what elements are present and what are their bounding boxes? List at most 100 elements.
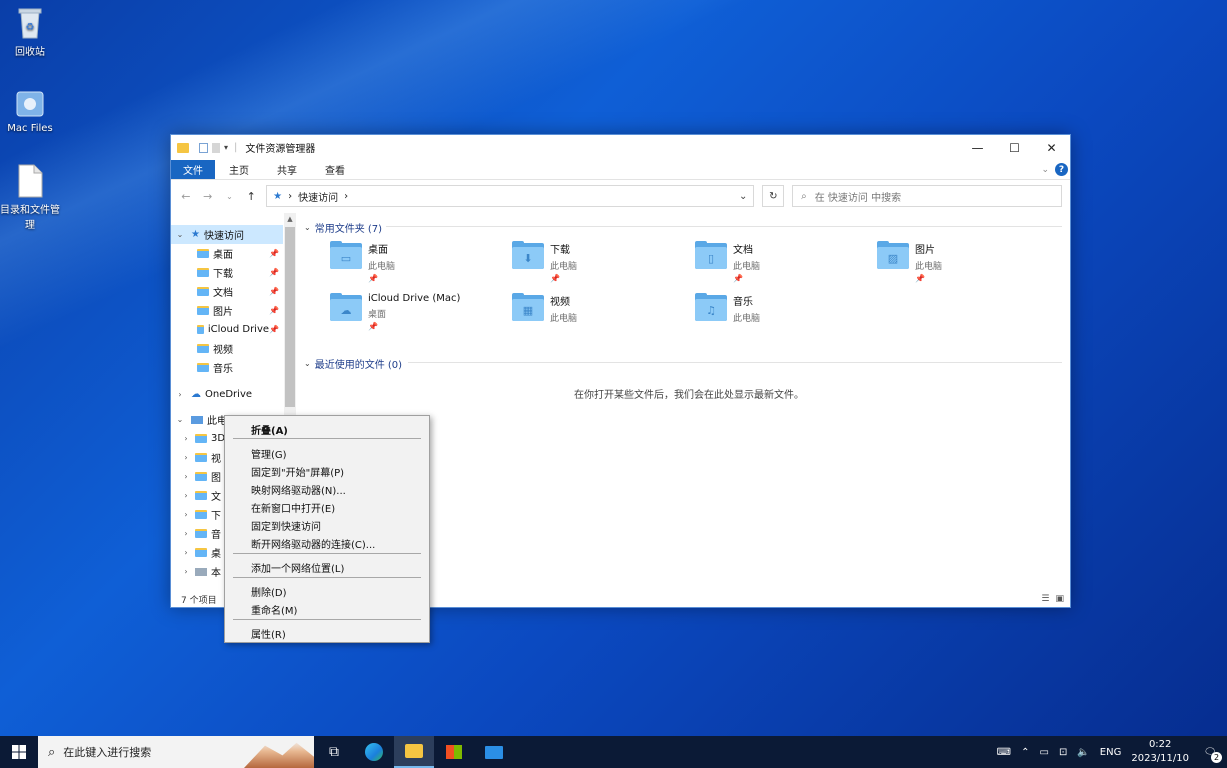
frequent-folders-header[interactable]: ⌄ 常用文件夹 (7) — [304, 220, 382, 235]
title-divider: | — [234, 142, 238, 153]
chevron-down-icon[interactable]: ⌄ — [304, 223, 311, 232]
nav-onedrive[interactable]: › ☁ OneDrive — [171, 385, 283, 404]
clock-time: 0:22 — [1148, 739, 1172, 750]
menu-item-manage[interactable]: 管理(G) — [251, 446, 287, 461]
address-dropdown-icon[interactable]: ⌄ — [739, 191, 747, 202]
file-explorer-button[interactable] — [394, 736, 434, 768]
refresh-button[interactable]: ↻ — [762, 185, 785, 207]
pin-icon: 📌 — [269, 287, 279, 296]
nav-item-desktop[interactable]: 桌面 📌 — [171, 244, 283, 263]
help-icon[interactable]: ? — [1055, 163, 1068, 176]
folder-icon — [195, 434, 207, 443]
menu-item-map-drive[interactable]: 映射网络驱动器(N)... — [251, 482, 346, 497]
folder-icon — [197, 249, 209, 258]
properties-icon[interactable] — [199, 142, 208, 153]
chevron-right-icon[interactable]: › — [175, 390, 185, 399]
input-language[interactable]: ENG — [1100, 747, 1122, 758]
scroll-up-icon[interactable]: ▲ — [284, 213, 296, 225]
desktop-icon-doc[interactable]: 目录和文件管理 — [0, 164, 60, 231]
clock[interactable]: 0:22 2023/11/10 — [1131, 738, 1189, 766]
touch-keyboard-icon[interactable]: ⌨ — [997, 747, 1011, 758]
chevron-right-icon[interactable]: › — [181, 548, 191, 557]
taskbar-search[interactable]: ⌕ 在此键入进行搜索 — [38, 736, 314, 768]
menu-item-open-new-window[interactable]: 在新窗口中打开(E) — [251, 500, 335, 515]
tab-view[interactable]: 查看 — [311, 160, 359, 179]
back-button[interactable]: ← — [179, 190, 193, 203]
new-folder-icon[interactable] — [212, 142, 220, 153]
folder-tile-downloads[interactable]: ⬇ 下载 此电脑 📌 — [512, 241, 682, 283]
desktop-icon-recycle-bin[interactable]: ♻ 回收站 — [0, 6, 60, 58]
start-button[interactable] — [0, 736, 38, 768]
breadcrumb-quick-access[interactable]: 快速访问 — [298, 189, 338, 204]
chevron-up-icon[interactable]: ⌃ — [1021, 747, 1029, 758]
nav-item-videos[interactable]: 视频 — [171, 339, 283, 358]
folder-icon — [197, 325, 204, 334]
menu-item-pin-start[interactable]: 固定到"开始"屏幕(P) — [251, 464, 344, 479]
mail-button[interactable] — [474, 736, 514, 768]
recent-locations-icon[interactable]: ⌄ — [223, 192, 237, 201]
menu-item-collapse[interactable]: 折叠(A) — [251, 422, 288, 437]
chevron-right-icon[interactable]: › — [181, 472, 191, 481]
up-button[interactable]: ↑ — [244, 190, 258, 203]
tab-file[interactable]: 文件 — [171, 160, 215, 179]
recent-files-header[interactable]: ⌄ 最近使用的文件 (0) — [304, 356, 402, 371]
menu-item-add-network-location[interactable]: 添加一个网络位置(L) — [251, 560, 344, 575]
folder-icon — [197, 268, 209, 277]
search-box[interactable]: ⌕ 在 快速访问 中搜索 — [792, 185, 1063, 207]
folder-icon: ▨ — [877, 241, 909, 269]
expand-ribbon-icon[interactable]: ⌄ — [1041, 165, 1049, 175]
scroll-thumb[interactable] — [285, 227, 295, 407]
chevron-right-icon[interactable]: › — [181, 510, 191, 519]
battery-icon[interactable]: ▭ — [1040, 747, 1049, 758]
tiles-view-icon[interactable]: ▣ — [1055, 594, 1064, 604]
chevron-down-icon[interactable]: ⌄ — [175, 230, 185, 239]
notification-button[interactable]: 🗨 2 — [1199, 741, 1222, 763]
pin-icon: 📌 — [269, 325, 279, 334]
chevron-down-icon[interactable]: ⌄ — [175, 415, 185, 424]
menu-item-properties[interactable]: 属性(R) — [251, 626, 286, 641]
chevron-right-icon[interactable]: › — [181, 491, 191, 500]
minimize-button[interactable]: — — [959, 135, 996, 160]
address-bar[interactable]: ★ › 快速访问 › ⌄ — [266, 185, 755, 207]
clock-date: 2023/11/10 — [1131, 753, 1189, 764]
maximize-button[interactable]: ☐ — [996, 135, 1033, 160]
chevron-down-icon[interactable]: ⌄ — [304, 359, 311, 368]
menu-item-rename[interactable]: 重命名(M) — [251, 602, 297, 617]
window-title: 文件资源管理器 — [245, 144, 316, 155]
folder-icon[interactable] — [177, 142, 189, 153]
menu-item-disconnect-drive[interactable]: 断开网络驱动器的连接(C)... — [251, 536, 375, 551]
edge-button[interactable] — [354, 736, 394, 768]
volume-icon[interactable]: 🔈 — [1077, 747, 1089, 758]
forward-button[interactable]: → — [201, 190, 215, 203]
tab-home[interactable]: 主页 — [215, 160, 263, 179]
folder-tile-desktop[interactable]: ▭ 桌面 此电脑 📌 — [330, 241, 500, 283]
chevron-right-icon[interactable]: › — [181, 567, 191, 576]
chevron-right-icon[interactable]: › — [181, 529, 191, 538]
nav-item-pictures[interactable]: 图片 📌 — [171, 301, 283, 320]
nav-quick-access[interactable]: ⌄ ★ 快速访问 — [171, 225, 283, 244]
nav-item-icloud[interactable]: iCloud Drive 📌 — [171, 320, 283, 339]
chevron-right-icon[interactable]: › — [181, 453, 191, 462]
folder-tile-music[interactable]: ♫ 音乐 此电脑 — [695, 293, 865, 324]
nav-item-music[interactable]: 音乐 — [171, 358, 283, 377]
menu-separator — [233, 619, 421, 620]
chevron-right-icon[interactable]: › — [181, 434, 191, 443]
menu-item-pin-quick-access[interactable]: 固定到快速访问 — [251, 518, 321, 533]
nav-item-documents[interactable]: 文档 📌 — [171, 282, 283, 301]
details-view-icon[interactable]: ☰ — [1041, 594, 1049, 604]
folder-tile-pictures[interactable]: ▨ 图片 此电脑 📌 — [877, 241, 1047, 283]
desktop-icon-mac-files[interactable]: Mac Files — [0, 88, 60, 134]
folder-tile-icloud[interactable]: ☁ iCloud Drive (Mac) 桌面 📌 — [330, 293, 500, 331]
folder-tile-documents[interactable]: ▯ 文档 此电脑 📌 — [695, 241, 865, 283]
nav-item-downloads[interactable]: 下载 📌 — [171, 263, 283, 282]
tab-share[interactable]: 共享 — [263, 160, 311, 179]
title-bar[interactable]: ▾ | 文件资源管理器 — ☐ ✕ — [171, 135, 1070, 160]
network-icon[interactable]: ⊡ — [1059, 747, 1067, 758]
store-button[interactable] — [434, 736, 474, 768]
folder-tile-videos[interactable]: ▦ 视频 此电脑 — [512, 293, 682, 324]
menu-item-delete[interactable]: 删除(D) — [251, 584, 287, 599]
chevron-down-icon[interactable]: ▾ — [224, 143, 228, 152]
folder-location: 桌面 — [368, 310, 387, 320]
task-view-button[interactable]: ⧉ — [314, 736, 354, 768]
close-button[interactable]: ✕ — [1033, 135, 1070, 160]
